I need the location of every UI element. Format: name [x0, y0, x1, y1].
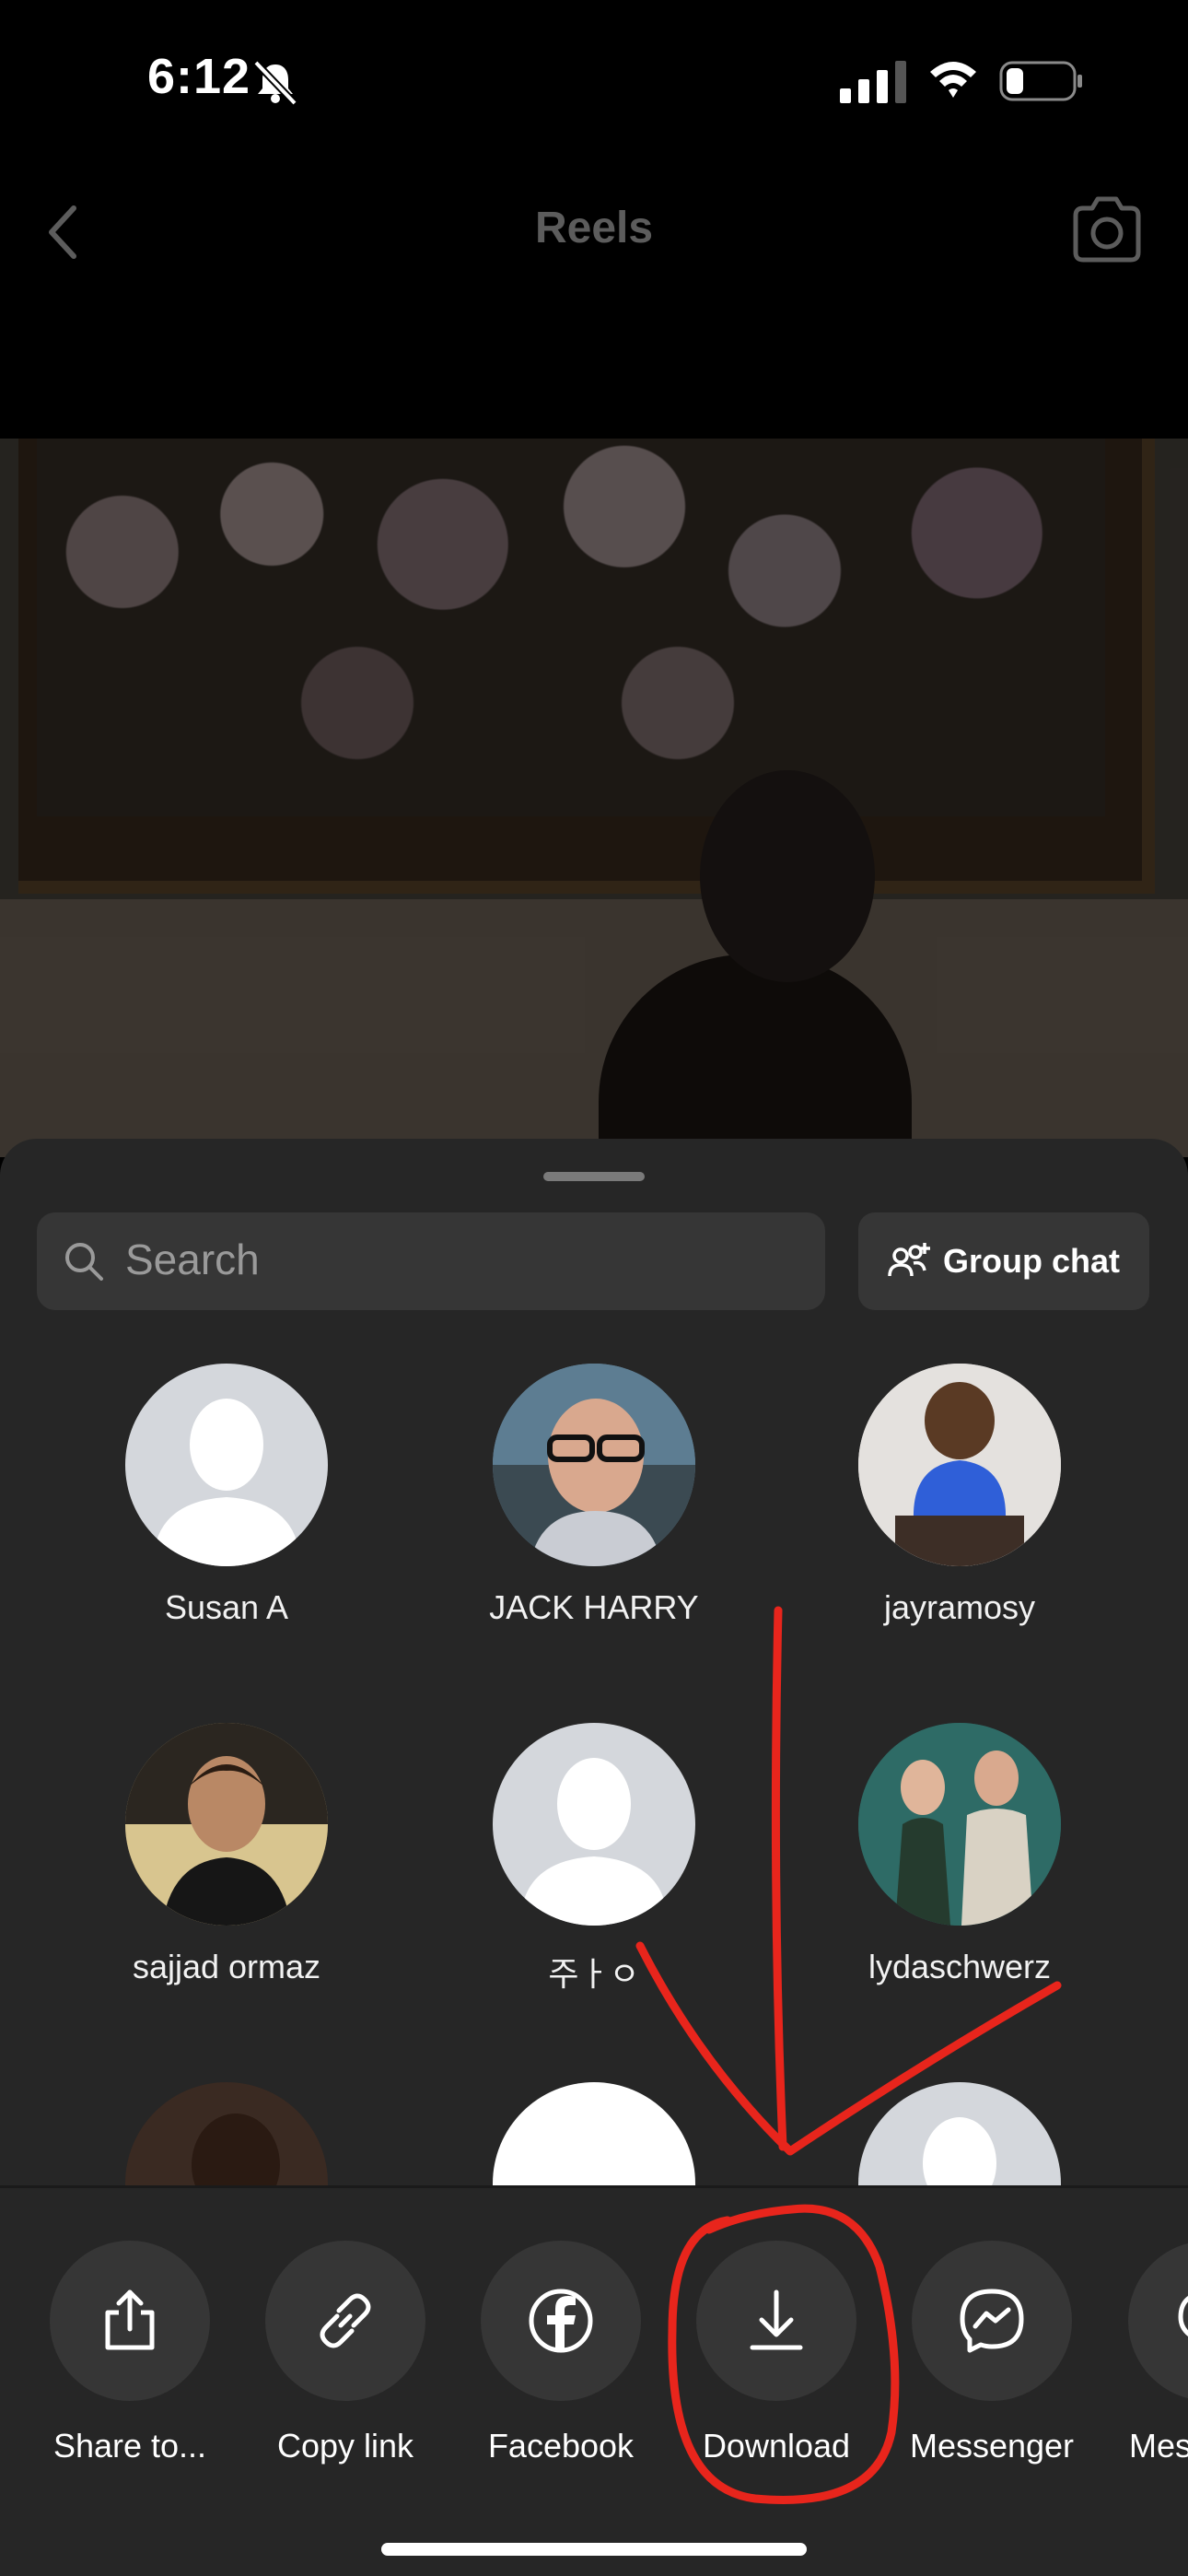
action-label: Facebook	[487, 2427, 635, 2465]
home-indicator	[381, 2543, 807, 2556]
action-label: Copy link	[276, 2427, 414, 2465]
contact-name: 주ㅏㅇ	[548, 1955, 640, 1993]
contact-sajjad-ormaz[interactable]: sajjad ormaz	[88, 1723, 365, 1986]
messenger-button[interactable]: Messenger	[891, 2241, 1093, 2465]
cellular-signal-icon	[840, 61, 906, 103]
contact-susan-a[interactable]: Susan A	[88, 1364, 365, 1627]
message-icon	[1178, 2296, 1188, 2336]
messages-button[interactable]: Mes	[1106, 2241, 1188, 2465]
search-placeholder: Search	[125, 1235, 260, 1283]
battery-icon	[999, 61, 1082, 101]
action-label: Mes	[1129, 2427, 1188, 2465]
avatar	[493, 1723, 695, 1926]
avatar	[125, 1723, 328, 1926]
status-time: 6:12	[147, 49, 251, 104]
sheet-grabber[interactable]	[543, 1172, 645, 1181]
share-icon	[105, 2289, 155, 2350]
contact-lydaschwerz[interactable]: lydaschwerz	[821, 1723, 1098, 1986]
avatar	[493, 1364, 695, 1566]
action-label: Download	[702, 2427, 851, 2465]
contact-jack-harry[interactable]: JACK HARRY	[456, 1364, 732, 1627]
action-label: Share to...	[52, 2427, 207, 2465]
contact-name: sajjad ormaz	[132, 1948, 321, 1985]
add-people-icon	[888, 1243, 930, 1277]
copy-link-button[interactable]: Copy link	[244, 2241, 447, 2465]
group-chat-button[interactable]: Group chat	[858, 1212, 1149, 1310]
facebook-button[interactable]: Facebook	[460, 2241, 662, 2465]
camera-icon[interactable]	[1070, 195, 1144, 263]
link-icon	[320, 2293, 371, 2348]
contact-name: jayramosy	[883, 1588, 1036, 1626]
download-icon	[750, 2289, 803, 2350]
action-label: Messenger	[909, 2427, 1075, 2465]
contact-name: JACK HARRY	[489, 1588, 699, 1626]
search-icon	[65, 1243, 103, 1281]
download-button[interactable]: Download	[675, 2241, 878, 2465]
page-title: Reels	[534, 204, 654, 252]
avatar	[858, 1723, 1061, 1926]
share-to-button[interactable]: Share to...	[29, 2241, 231, 2465]
contact-korean-user[interactable]: 주ㅏㅇ	[456, 1723, 732, 1996]
contact-jayramosy[interactable]: jayramosy	[821, 1364, 1098, 1627]
wifi-icon	[930, 62, 976, 98]
avatar	[858, 1364, 1061, 1566]
contact-name: lydaschwerz	[868, 1948, 1052, 1985]
facebook-icon	[529, 2289, 593, 2353]
contact-name: Susan A	[164, 1588, 289, 1626]
default-avatar-icon	[153, 1399, 300, 1566]
default-avatar-icon	[520, 1758, 668, 1926]
avatar	[125, 1364, 328, 1566]
group-chat-label: Group chat	[942, 1242, 1120, 1280]
bell-muted-icon	[253, 60, 297, 105]
reel-video	[0, 439, 1188, 1157]
messenger-icon	[960, 2289, 1024, 2353]
